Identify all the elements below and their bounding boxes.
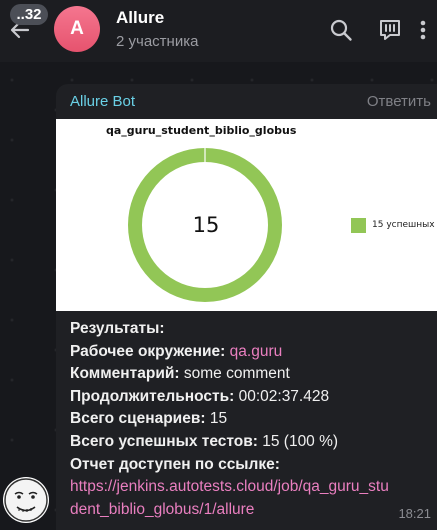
chat-title[interactable]: Allure [116, 8, 164, 28]
env-line: Рабочее окружение: qa.guru [70, 342, 283, 360]
message-text: Результаты: Рабочее окружение: qa.guru К… [70, 318, 430, 521]
legend-swatch [351, 218, 366, 233]
report-line: Отчет доступен по ссылке: [70, 455, 280, 473]
face-icon [4, 478, 48, 522]
chat-header: ..32 A Allure 2 участника [0, 0, 437, 62]
message-time: 18:21 [398, 506, 431, 521]
search-icon[interactable] [328, 17, 354, 43]
unread-badge: ..32 [10, 4, 48, 25]
back-button[interactable]: ..32 [0, 0, 52, 62]
report-link-cont[interactable]: dent_biblio_globus/1/allure [70, 499, 430, 522]
comment-line: Комментарий: some comment [70, 365, 290, 383]
scenarios-line: Всего сценариев: 15 [70, 410, 228, 428]
allure-chart[interactable]: qa_guru_student_biblio_globus 15 15 успе… [56, 119, 437, 311]
more-options-icon[interactable] [416, 17, 430, 43]
results-heading: Результаты: [70, 320, 165, 337]
env-link[interactable]: qa.guru [230, 343, 283, 360]
sender-name[interactable]: Allure Bot [70, 93, 135, 110]
report-link[interactable]: https://jenkins.autotests.cloud/job/qa_g… [70, 476, 430, 499]
legend-label: 15 успешных [372, 220, 435, 230]
participants-count: 2 участника [116, 33, 199, 50]
message-bubble[interactable]: Allure Bot Ответить qa_guru_student_bibl… [56, 84, 437, 530]
chart-title: qa_guru_student_biblio_globus [106, 124, 297, 137]
poll-icon[interactable] [377, 17, 403, 43]
passed-line: Всего успешных тестов: 15 (100 %) [70, 432, 339, 450]
duration-line: Продолжительность: 00:02:37.428 [70, 387, 330, 405]
chat-avatar[interactable]: A [54, 6, 100, 52]
reply-button[interactable]: Ответить [367, 93, 431, 110]
sender-avatar[interactable] [3, 477, 49, 523]
chart-svg [128, 147, 282, 302]
chart-center-label: 15 [192, 213, 220, 237]
